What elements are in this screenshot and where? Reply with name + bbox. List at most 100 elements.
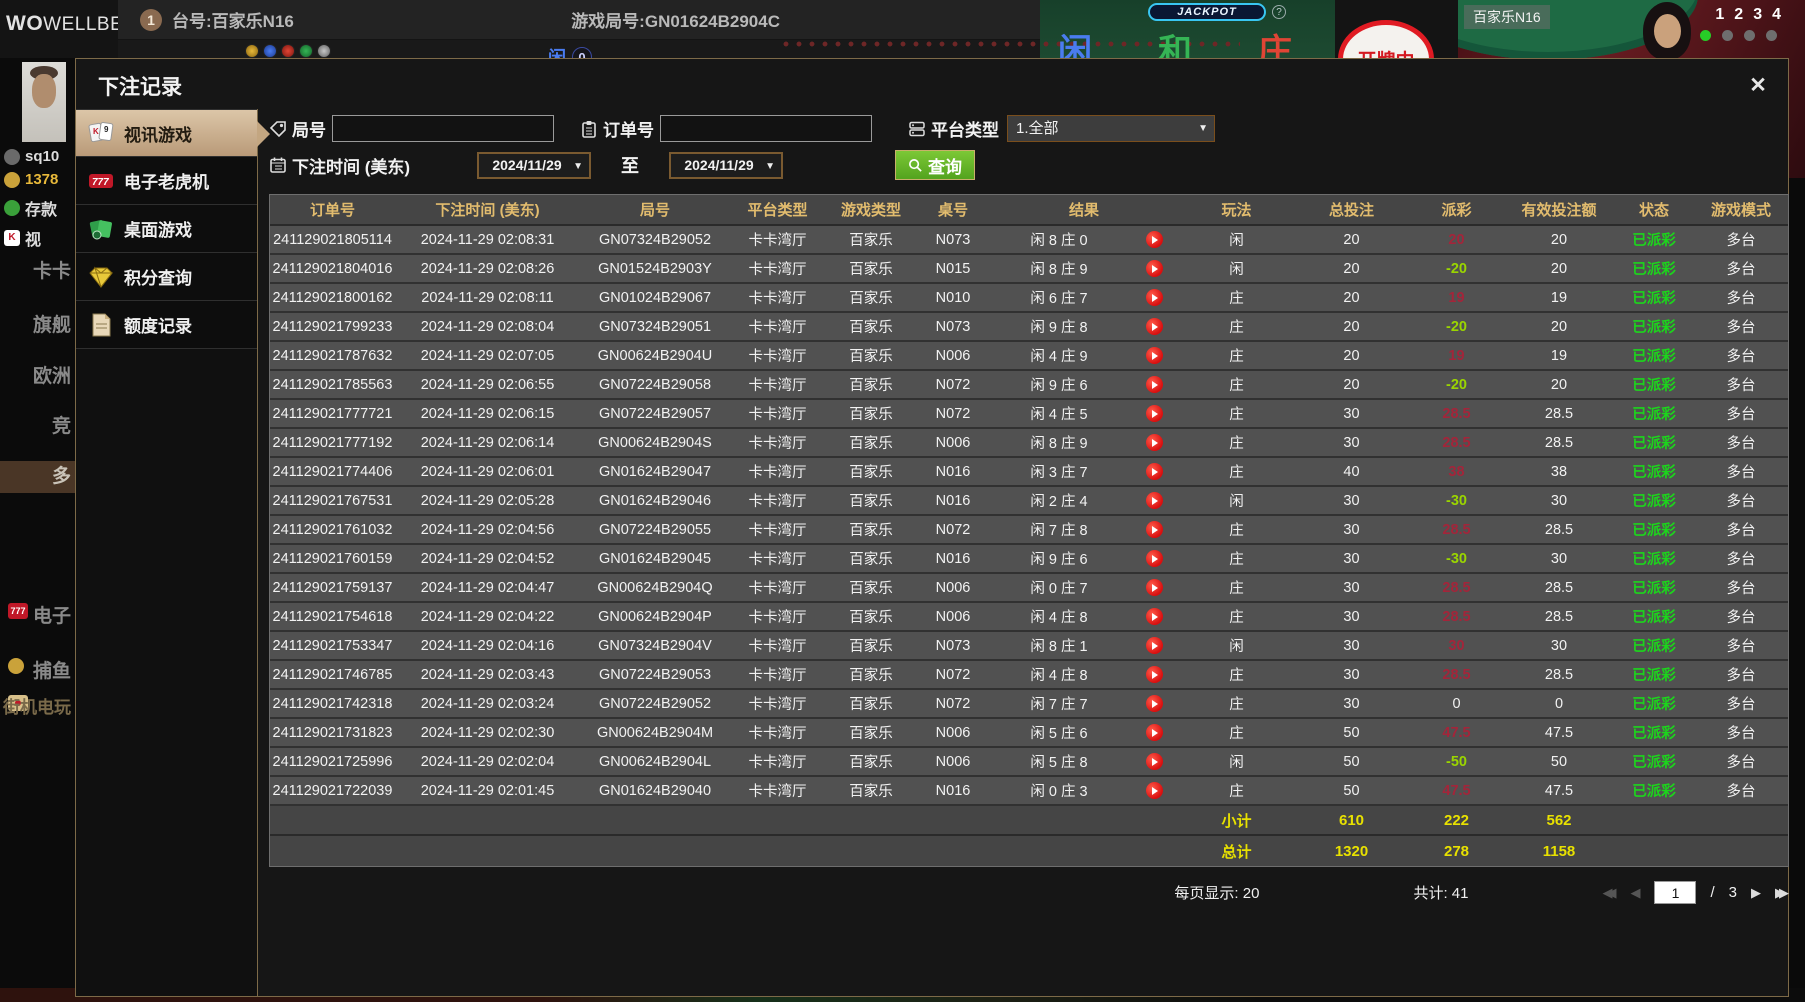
camera-tab-2[interactable]: 2 [1734, 6, 1743, 24]
cell-payout: 28.5 [1442, 579, 1471, 596]
date-from-select[interactable]: 2024/11/29 ▼ [477, 151, 591, 179]
nav-item-europe[interactable]: 欧洲 [0, 361, 75, 388]
replay-play-icon[interactable] [1145, 231, 1163, 248]
chip-buttons[interactable] [245, 44, 331, 58]
nav-item-slots[interactable]: 电子 [0, 601, 75, 628]
cell-payout: -50 [1446, 753, 1467, 770]
cell-game-mode: 多台 [1726, 436, 1756, 452]
table-body: 241129021805114 2024-11-29 02:08:31 GN07… [270, 226, 1788, 806]
cell-table-number: N010 [935, 289, 971, 306]
tab-quota-records[interactable]: 额度记录 [76, 301, 257, 349]
platform-type-select[interactable]: 1.全部 ▼ [1007, 115, 1215, 142]
nav-item-flagship[interactable]: 旗舰 [0, 310, 75, 337]
cell-status: 已派彩 [1632, 262, 1676, 278]
replay-play-icon[interactable] [1145, 579, 1163, 596]
replay-play-icon[interactable] [1145, 376, 1163, 393]
cell-order-number: 241129021804016 [272, 260, 393, 277]
cell-game-type: 百家乐 [849, 610, 893, 626]
order-number-input[interactable] [660, 115, 872, 142]
cell-play-type: 闲 [1229, 639, 1244, 655]
jackpot-help-icon[interactable]: ? [1272, 5, 1286, 19]
replay-play-icon[interactable] [1145, 405, 1163, 422]
cell-table-number: N072 [935, 405, 971, 422]
avatar[interactable] [22, 62, 66, 142]
camera-tab-4[interactable]: 4 [1772, 6, 1781, 24]
last-page-icon[interactable]: ▶▶ [1775, 885, 1789, 901]
cell-game-mode: 多台 [1726, 262, 1756, 278]
cell-total-bet: 30 [1343, 695, 1360, 712]
replay-play-icon[interactable] [1145, 289, 1163, 306]
table-row: 241129021753347 2024-11-29 02:04:16 GN07… [270, 632, 1788, 661]
prev-page-icon[interactable]: ◀ [1630, 885, 1640, 901]
table-header-row: 订单号 下注时间 (美东) 局号 平台类型 游戏类型 桌号 结果 玩法 总投注 … [270, 195, 1788, 226]
cell-status: 已派彩 [1632, 697, 1676, 713]
col-game-type: 游戏类型 [840, 202, 901, 219]
modal-content: 局号 订单号 平台类型 1.全部 ▼ 下注时间 (美东) 2024/11/29 … [259, 101, 1789, 996]
replay-play-icon[interactable] [1145, 318, 1163, 335]
cell-replay [1129, 347, 1179, 364]
order-filter-text: 订单号 [603, 121, 654, 140]
cell-result: 闲 9 庄 6 [1030, 552, 1088, 568]
video-nav-item[interactable]: K 视 [4, 226, 75, 250]
chip-icon[interactable] [299, 44, 313, 58]
tab-slots[interactable]: 777 电子老虎机 [76, 157, 257, 205]
cell-replay [1129, 289, 1179, 306]
camera-tab-3[interactable]: 3 [1753, 6, 1762, 24]
nav-item-kaka[interactable]: 卡卡 [0, 256, 75, 283]
replay-play-icon[interactable] [1145, 492, 1163, 509]
cell-payout: 28.5 [1442, 521, 1471, 538]
next-page-icon[interactable]: ▶ [1751, 885, 1761, 901]
cell-table-number: N016 [935, 463, 971, 480]
chip-icon[interactable] [281, 44, 295, 58]
page-number-input[interactable] [1654, 881, 1697, 904]
nav-item-sports[interactable]: 竞 [0, 411, 75, 438]
first-page-icon[interactable]: ◀◀ [1602, 885, 1616, 901]
tab-video-games[interactable]: K 9 视讯游戏 [76, 109, 270, 157]
search-button[interactable]: 查询 [895, 150, 975, 180]
round-number-input[interactable] [332, 115, 554, 142]
cell-replay [1129, 637, 1179, 654]
camera-tab-1[interactable]: 1 [1715, 6, 1724, 24]
jackpot-badge[interactable]: JACKPOT [1148, 3, 1266, 21]
deposit-button[interactable]: 存款 [4, 196, 75, 220]
cell-platform: 卡卡湾厅 [748, 755, 807, 771]
nav-item-fishing[interactable]: 捕鱼 [0, 656, 75, 683]
chip-icon[interactable] [317, 44, 331, 58]
cell-table-number: N006 [935, 347, 971, 364]
cell-status: 已派彩 [1632, 378, 1676, 394]
close-icon[interactable]: ✕ [1744, 71, 1772, 99]
date-to-select[interactable]: 2024/11/29 ▼ [669, 151, 783, 179]
replay-play-icon[interactable] [1145, 550, 1163, 567]
cell-result: 闲 0 庄 3 [1030, 784, 1088, 800]
replay-play-icon[interactable] [1145, 260, 1163, 277]
replay-play-icon[interactable] [1145, 666, 1163, 683]
cell-game-type: 百家乐 [849, 523, 893, 539]
cell-table-number: N006 [935, 608, 971, 625]
chip-icon[interactable] [263, 44, 277, 58]
replay-play-icon[interactable] [1145, 521, 1163, 538]
tab-label: 视讯游戏 [124, 125, 192, 145]
replay-play-icon[interactable] [1145, 608, 1163, 625]
replay-play-icon[interactable] [1145, 724, 1163, 741]
cell-result: 闲 6 庄 7 [1030, 291, 1088, 307]
replay-play-icon[interactable] [1145, 753, 1163, 770]
nav-item-arcade[interactable]: 街机电玩 [0, 693, 75, 718]
replay-play-icon[interactable] [1145, 463, 1163, 480]
replay-play-icon[interactable] [1145, 347, 1163, 364]
replay-play-icon[interactable] [1145, 782, 1163, 799]
cell-play-type: 庄 [1229, 378, 1244, 394]
replay-play-icon[interactable] [1145, 695, 1163, 712]
chip-icon[interactable] [245, 44, 259, 58]
tab-table-games[interactable]: 桌面游戏 [76, 205, 257, 253]
cell-total-bet: 30 [1343, 492, 1360, 509]
tab-points[interactable]: 积分查询 [76, 253, 257, 301]
cell-game-type: 百家乐 [849, 784, 893, 800]
nav-item-multi[interactable]: 多 [0, 461, 75, 493]
replay-play-icon[interactable] [1145, 434, 1163, 451]
cell-total-bet: 20 [1343, 347, 1360, 364]
replay-play-icon[interactable] [1145, 637, 1163, 654]
table-row: 241129021760159 2024-11-29 02:04:52 GN01… [270, 545, 1788, 574]
camera-tabs[interactable]: 1 2 3 4 [1715, 6, 1781, 24]
dollar-icon [4, 200, 20, 216]
cell-payout: 20 [1448, 231, 1465, 248]
